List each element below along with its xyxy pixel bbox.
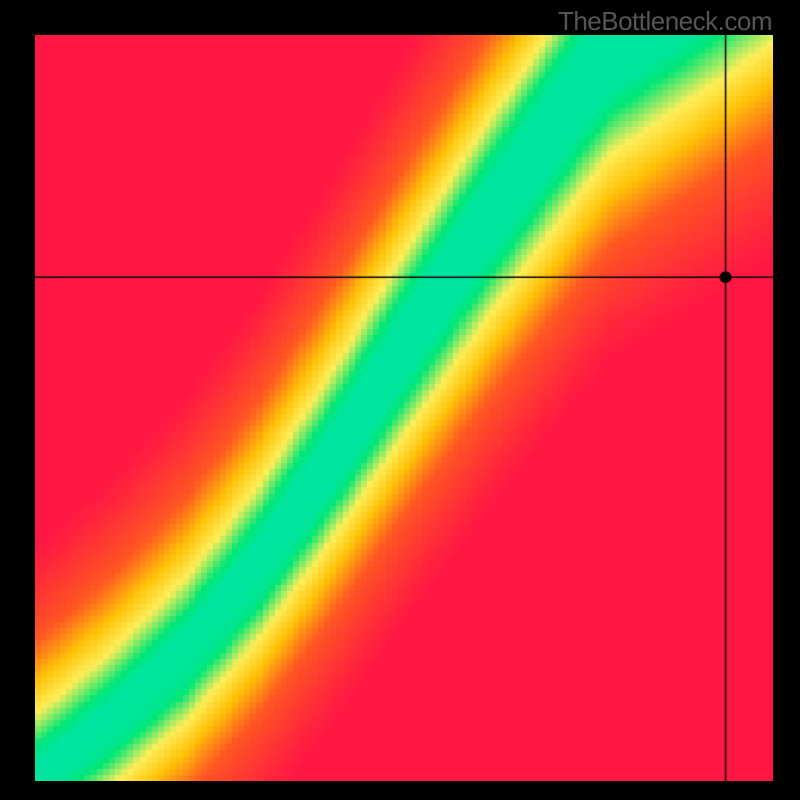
watermark-text: TheBottleneck.com xyxy=(558,6,772,37)
heatmap-plot xyxy=(35,35,773,781)
heatmap-canvas xyxy=(35,35,773,781)
